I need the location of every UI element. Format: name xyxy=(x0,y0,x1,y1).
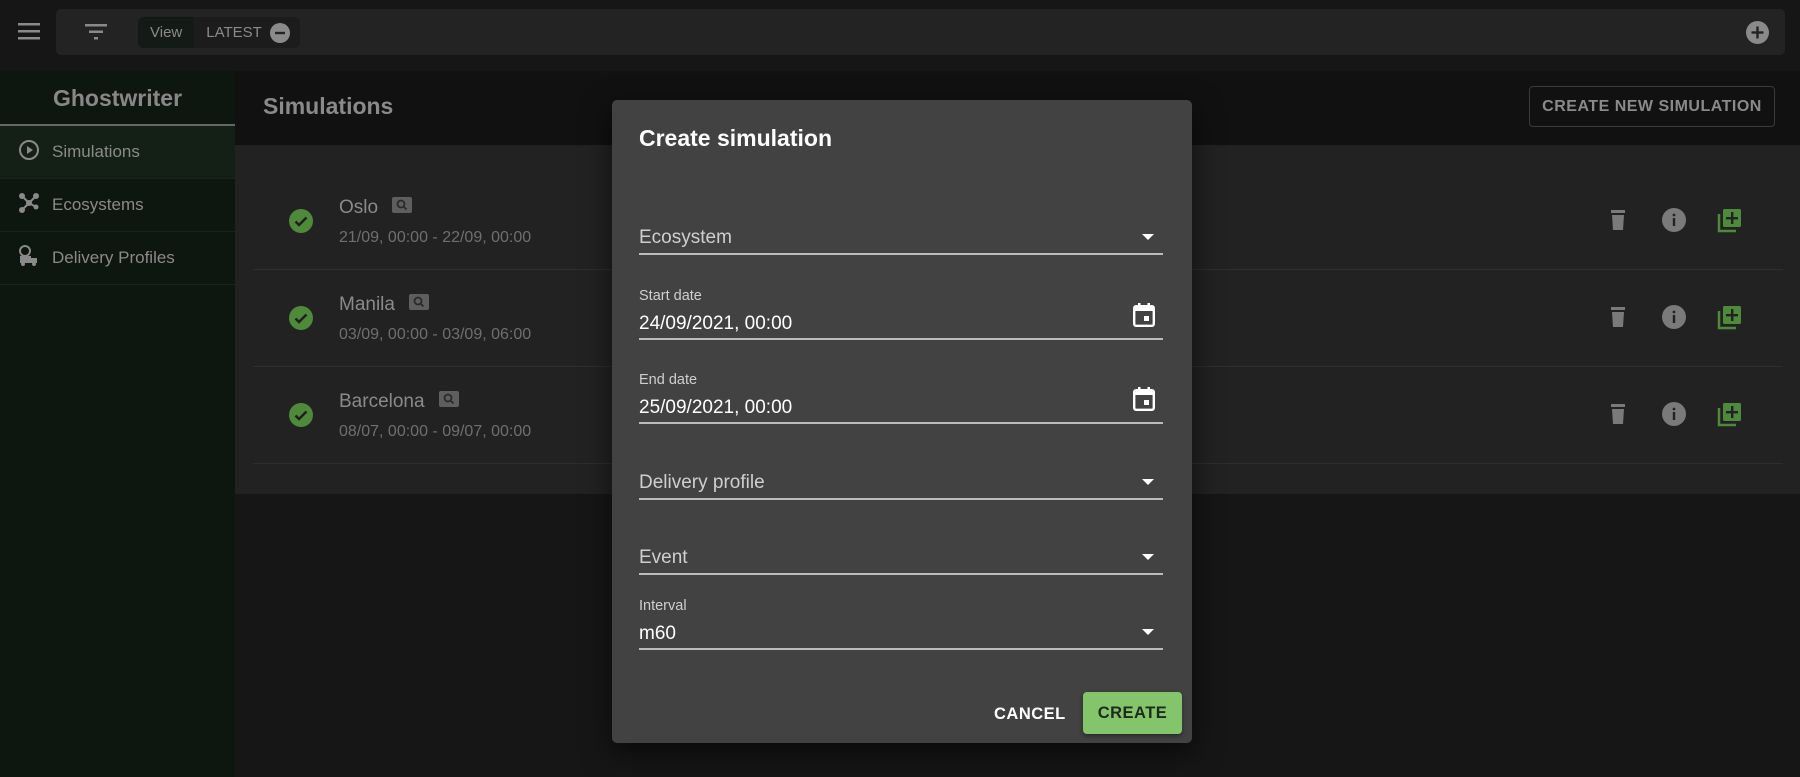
delivery-profile-select[interactable]: Delivery profile xyxy=(639,468,1163,500)
search-icon[interactable] xyxy=(408,294,429,316)
filter-icon[interactable] xyxy=(85,24,107,45)
calendar-icon[interactable] xyxy=(1133,303,1156,332)
dropdown-arrow-icon xyxy=(1142,479,1154,485)
page-title: Simulations xyxy=(263,93,394,119)
start-date-value: 24/09/2021, 00:00 xyxy=(639,313,793,334)
duplicate-add-icon[interactable] xyxy=(1717,401,1743,432)
end-date-field[interactable]: End date 25/09/2021, 00:00 xyxy=(639,372,1163,424)
app-title: Ghostwriter xyxy=(0,71,235,126)
info-icon[interactable] xyxy=(1661,304,1687,335)
ecosystem-placeholder: Ecosystem xyxy=(639,227,732,248)
info-icon[interactable] xyxy=(1661,401,1687,432)
end-date-value: 25/09/2021, 00:00 xyxy=(639,397,793,418)
delete-icon[interactable] xyxy=(1605,401,1631,432)
top-bar xyxy=(56,9,1785,55)
sidebar-item-simulations[interactable]: Simulations xyxy=(0,126,235,179)
create-simulation-dialog: Create simulation Ecosystem Start date 2… xyxy=(612,100,1192,743)
start-date-label: Start date xyxy=(639,288,702,304)
dropdown-arrow-icon xyxy=(1142,629,1154,635)
sidebar-item-ecosystems[interactable]: Ecosystems xyxy=(0,179,235,232)
menu-icon[interactable] xyxy=(18,22,40,45)
network-icon xyxy=(18,192,40,219)
event-placeholder: Event xyxy=(639,547,688,568)
sidebar-item-delivery-profiles[interactable]: Delivery Profiles xyxy=(0,232,235,285)
info-icon[interactable] xyxy=(1661,207,1687,238)
simulation-dates: 03/09, 00:00 - 03/09, 06:00 xyxy=(339,326,532,343)
delivery-profile-placeholder: Delivery profile xyxy=(639,472,765,493)
sidebar: Ghostwriter Simulations Ecosystems Deliv… xyxy=(0,71,235,777)
event-select[interactable]: Event xyxy=(639,543,1163,575)
sidebar-item-label: Ecosystems xyxy=(52,195,144,214)
delete-icon[interactable] xyxy=(1605,304,1631,335)
view-label: View xyxy=(138,17,195,48)
cancel-button[interactable]: CANCEL xyxy=(994,705,1066,724)
check-circle-icon xyxy=(289,306,313,335)
simulation-name: Barcelona xyxy=(339,391,425,412)
ecosystem-select[interactable]: Ecosystem xyxy=(639,223,1163,255)
duplicate-add-icon[interactable] xyxy=(1717,304,1743,335)
calendar-icon[interactable] xyxy=(1133,387,1156,416)
simulation-dates: 21/09, 00:00 - 22/09, 00:00 xyxy=(339,229,532,246)
play-circle-icon xyxy=(18,139,40,166)
check-circle-icon xyxy=(289,209,313,238)
dropdown-arrow-icon xyxy=(1142,234,1154,240)
search-icon[interactable] xyxy=(392,197,413,219)
create-new-simulation-button[interactable]: CREATE NEW SIMULATION xyxy=(1529,86,1775,127)
view-chip[interactable]: View LATEST xyxy=(138,17,300,48)
sidebar-item-label: Simulations xyxy=(52,142,140,161)
duplicate-add-icon[interactable] xyxy=(1717,207,1743,238)
simulation-dates: 08/07, 00:00 - 09/07, 00:00 xyxy=(339,423,532,440)
dialog-title: Create simulation xyxy=(639,125,832,151)
simulation-name: Manila xyxy=(339,294,395,315)
create-button[interactable]: CREATE xyxy=(1083,692,1182,734)
delete-icon[interactable] xyxy=(1605,207,1631,238)
simulation-name: Oslo xyxy=(339,197,379,218)
remove-icon[interactable] xyxy=(269,22,290,43)
view-value: LATEST xyxy=(206,24,262,41)
add-icon[interactable] xyxy=(1746,21,1769,49)
end-date-label: End date xyxy=(639,372,698,388)
interval-select[interactable]: Interval m60 xyxy=(639,598,1163,650)
check-circle-icon xyxy=(289,403,313,432)
start-date-field[interactable]: Start date 24/09/2021, 00:00 xyxy=(639,288,1163,340)
search-icon[interactable] xyxy=(438,391,459,413)
delivery-truck-icon xyxy=(18,244,40,272)
sidebar-item-label: Delivery Profiles xyxy=(52,248,175,267)
interval-value: m60 xyxy=(639,623,676,644)
interval-label: Interval xyxy=(639,598,687,614)
dropdown-arrow-icon xyxy=(1142,554,1154,560)
